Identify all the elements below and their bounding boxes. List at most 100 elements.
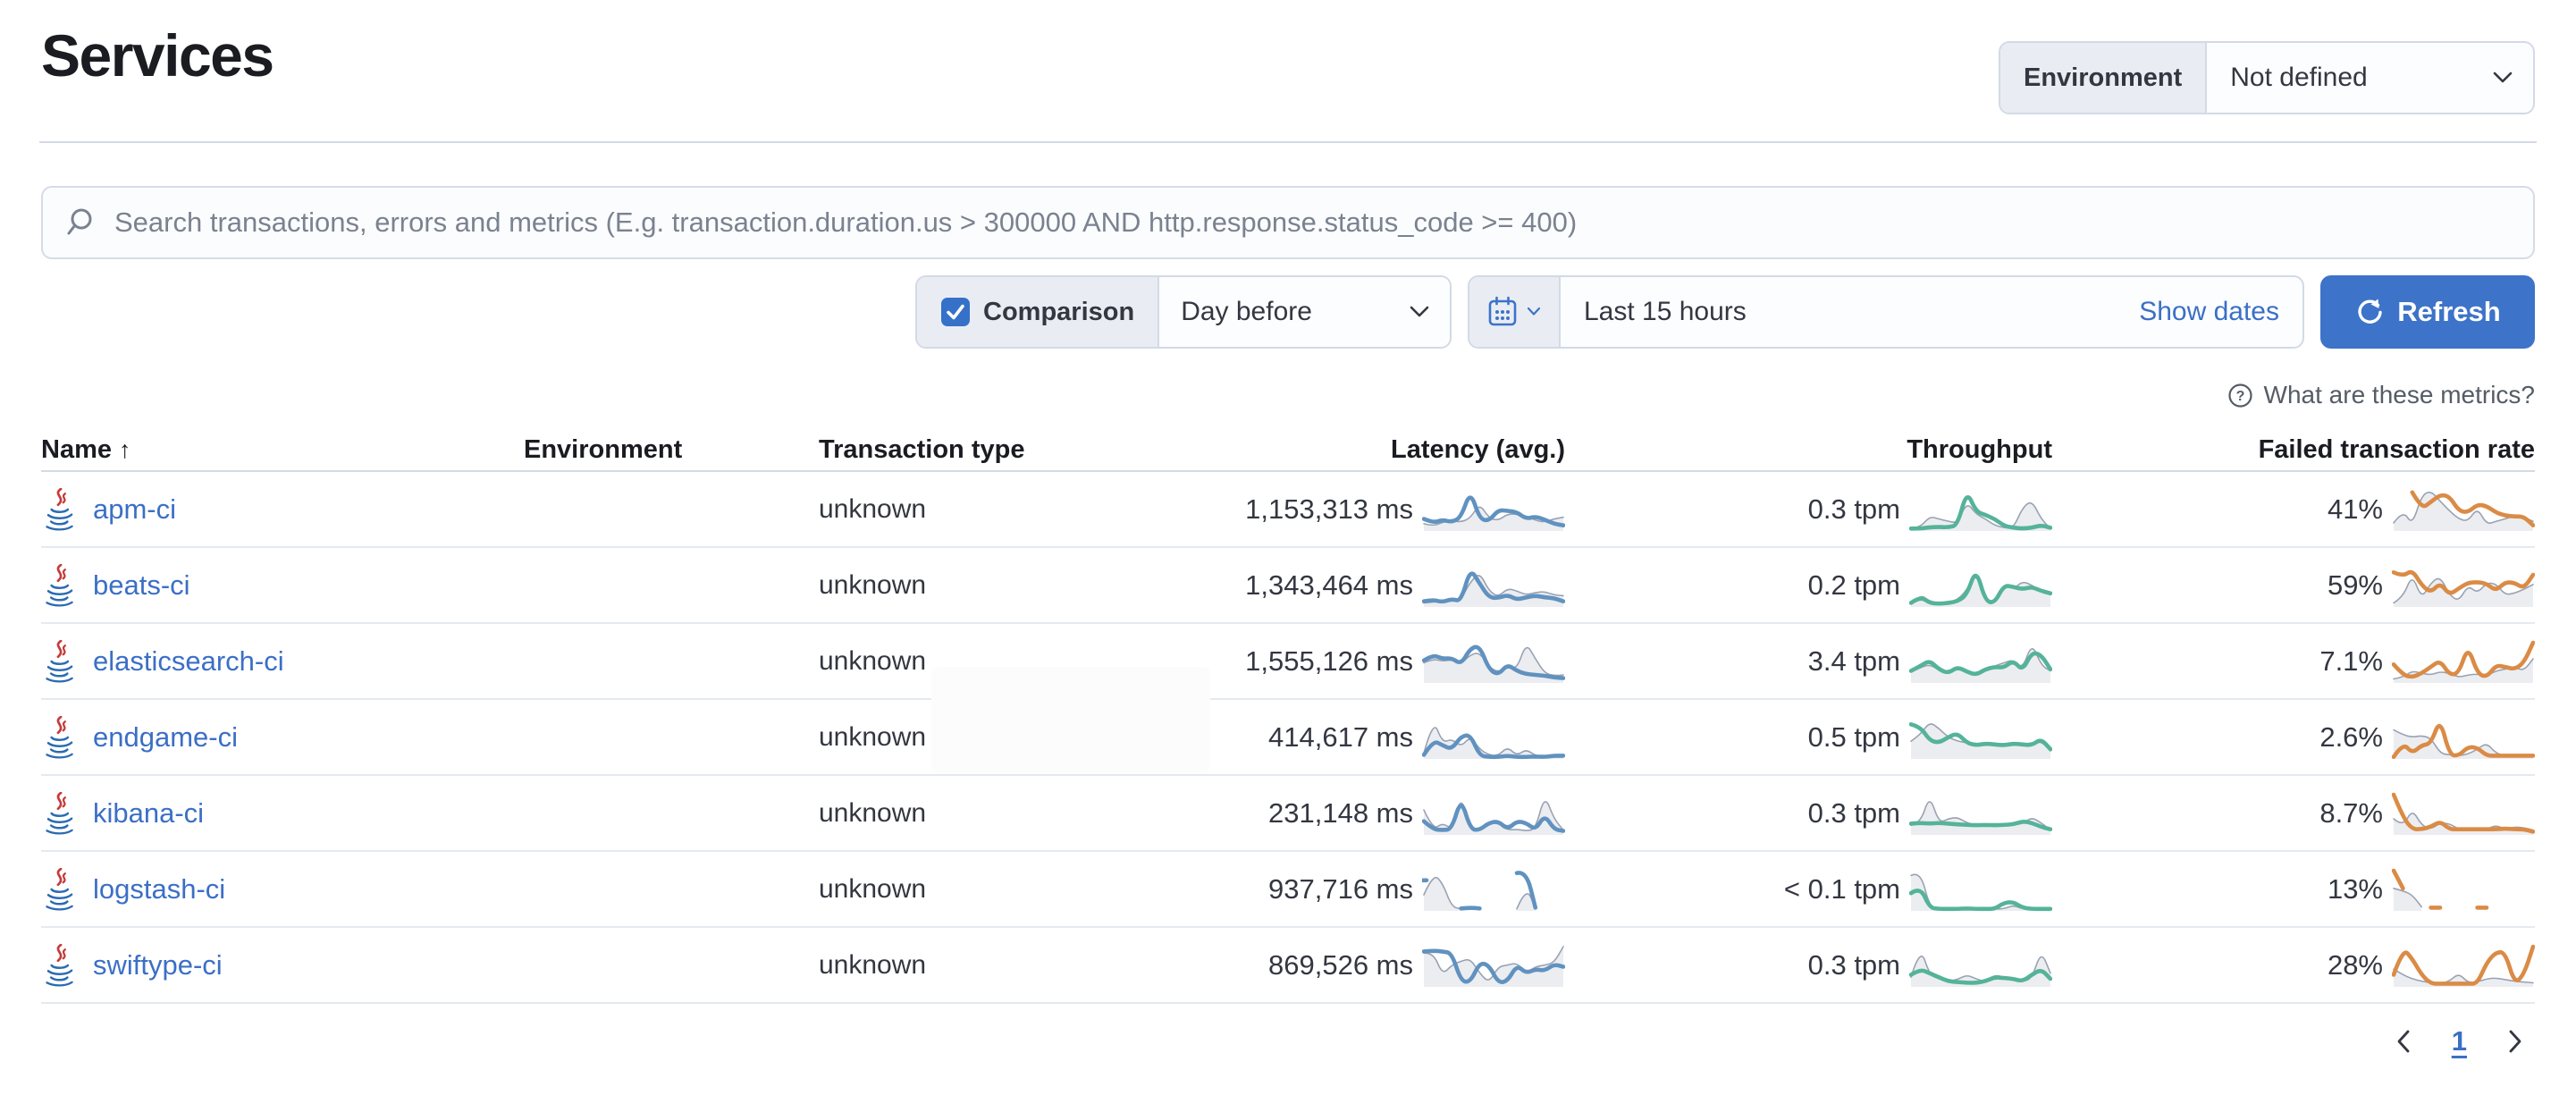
services-table: Name ↑ Environment Transaction type Late…: [41, 429, 2535, 1004]
table-row: logstash-ci unknown 937,716 ms < 0.1 tpm…: [41, 852, 2535, 928]
page-header: Services Environment Not defined: [41, 0, 2535, 114]
latency-value: 937,716 ms: [1268, 873, 1413, 906]
transaction-type-cell: unknown: [819, 950, 1243, 981]
service-name-link[interactable]: apm-ci: [93, 493, 176, 526]
column-header-latency[interactable]: Latency (avg.): [1243, 435, 1565, 465]
latency-cell: 1,555,126 ms: [1243, 638, 1565, 685]
metrics-help-link[interactable]: What are these metrics?: [2264, 381, 2535, 409]
java-icon: [41, 868, 77, 911]
throughput-cell: 0.2 tpm: [1565, 562, 2052, 609]
table-row: swiftype-ci unknown 869,526 ms 0.3 tpm 2…: [41, 928, 2535, 1004]
metrics-help: ? What are these metrics?: [41, 381, 2535, 409]
transaction-type-cell: unknown: [819, 494, 1243, 525]
table-row: beats-ci unknown 1,343,464 ms 0.2 tpm 59…: [41, 548, 2535, 624]
environment-filter-value: Not defined: [2230, 63, 2492, 93]
java-icon: [41, 564, 77, 607]
throughput-value: < 0.1 tpm: [1784, 873, 1900, 906]
chevron-down-icon: [1409, 305, 1430, 319]
failed-rate-cell: 8.7%: [2052, 790, 2535, 837]
failed-rate-sparkline: [2392, 790, 2535, 837]
latency-cell: 1,153,313 ms: [1243, 486, 1565, 533]
comparison-toggle[interactable]: Comparison: [917, 277, 1159, 347]
sort-ascending-icon: ↑: [119, 436, 131, 464]
service-name-cell: beats-ci: [41, 564, 524, 607]
failed-rate-sparkline: [2392, 942, 2535, 989]
next-page-button[interactable]: [2506, 1028, 2524, 1055]
comparison-label: Comparison: [983, 298, 1134, 327]
table-header: Name ↑ Environment Transaction type Late…: [41, 429, 2535, 472]
column-header-throughput[interactable]: Throughput: [1565, 435, 2052, 465]
failed-rate-sparkline: [2392, 562, 2535, 609]
service-name-link[interactable]: beats-ci: [93, 569, 190, 602]
throughput-sparkline: [1909, 942, 2052, 989]
page-title: Services: [41, 23, 274, 88]
throughput-value: 0.2 tpm: [1808, 569, 1900, 602]
date-picker-body: Last 15 hours Show dates: [1561, 277, 2302, 347]
failed-rate-value: 8.7%: [2319, 797, 2383, 830]
latency-value: 1,555,126 ms: [1245, 645, 1413, 678]
throughput-value: 0.5 tpm: [1808, 721, 1900, 754]
throughput-sparkline: [1909, 714, 2052, 761]
refresh-button[interactable]: Refresh: [2320, 275, 2535, 349]
failed-rate-cell: 41%: [2052, 486, 2535, 533]
throughput-cell: 0.3 tpm: [1565, 486, 2052, 533]
latency-value: 1,153,313 ms: [1245, 493, 1413, 526]
throughput-cell: 0.5 tpm: [1565, 714, 2052, 761]
service-name-link[interactable]: kibana-ci: [93, 797, 204, 830]
latency-sparkline: [1422, 486, 1565, 533]
failed-rate-value: 41%: [2328, 493, 2383, 526]
failed-rate-cell: 7.1%: [2052, 638, 2535, 685]
checkbox-checked-icon[interactable]: [940, 297, 971, 327]
column-header-environment[interactable]: Environment: [524, 435, 819, 465]
throughput-sparkline: [1909, 486, 2052, 533]
failed-rate-sparkline: [2392, 486, 2535, 533]
throughput-cell: 3.4 tpm: [1565, 638, 2052, 685]
latency-value: 231,148 ms: [1268, 797, 1413, 830]
environment-filter-label: Environment: [2000, 43, 2207, 113]
previous-page-button[interactable]: [2395, 1028, 2412, 1055]
time-range-value[interactable]: Last 15 hours: [1584, 297, 1747, 327]
latency-sparkline: [1422, 942, 1565, 989]
throughput-cell: 0.3 tpm: [1565, 942, 2052, 989]
java-icon: [41, 944, 77, 987]
comparison-select[interactable]: Day before: [1159, 277, 1450, 347]
refresh-label: Refresh: [2397, 296, 2500, 328]
column-header-failed-rate[interactable]: Failed transaction rate: [2052, 435, 2535, 465]
latency-sparkline: [1422, 638, 1565, 685]
service-name-cell: elasticsearch-ci: [41, 640, 524, 683]
search-bar[interactable]: Search transactions, errors and metrics …: [41, 186, 2535, 259]
throughput-value: 0.3 tpm: [1808, 797, 1900, 830]
comparison-select-value: Day before: [1181, 297, 1409, 327]
service-name-link[interactable]: endgame-ci: [93, 721, 238, 754]
refresh-icon: [2354, 297, 2385, 327]
search-input[interactable]: Search transactions, errors and metrics …: [114, 206, 1577, 239]
service-name-link[interactable]: elasticsearch-ci: [93, 645, 284, 678]
chevron-down-icon: [2492, 71, 2513, 85]
latency-cell: 231,148 ms: [1243, 790, 1565, 837]
throughput-value: 0.3 tpm: [1808, 493, 1900, 526]
service-name-cell: apm-ci: [41, 488, 524, 531]
latency-sparkline: [1422, 714, 1565, 761]
table-row: kibana-ci unknown 231,148 ms 0.3 tpm 8.7…: [41, 776, 2535, 852]
chevron-left-icon: [2395, 1028, 2412, 1055]
date-picker-quick-menu[interactable]: [1469, 277, 1561, 347]
latency-sparkline: [1422, 866, 1565, 913]
throughput-cell: 0.3 tpm: [1565, 790, 2052, 837]
column-header-name[interactable]: Name ↑: [41, 435, 524, 465]
service-name-link[interactable]: swiftype-ci: [93, 949, 223, 981]
transaction-type-cell: unknown: [819, 570, 1243, 601]
transaction-type-cell: unknown: [819, 798, 1243, 829]
services-page: Services Environment Not defined Search …: [0, 0, 2576, 1112]
column-header-transaction-type[interactable]: Transaction type: [819, 435, 1243, 465]
show-dates-button[interactable]: Show dates: [2139, 297, 2279, 327]
environment-filter-select[interactable]: Not defined: [2207, 43, 2533, 113]
java-icon: [41, 640, 77, 683]
page-number-current[interactable]: 1: [2452, 1025, 2467, 1057]
failed-rate-cell: 59%: [2052, 562, 2535, 609]
latency-cell: 937,716 ms: [1243, 866, 1565, 913]
environment-filter[interactable]: Environment Not defined: [1999, 41, 2535, 114]
throughput-sparkline: [1909, 638, 2052, 685]
throughput-value: 0.3 tpm: [1808, 949, 1900, 981]
table-row: apm-ci unknown 1,153,313 ms 0.3 tpm 41%: [41, 472, 2535, 548]
service-name-link[interactable]: logstash-ci: [93, 873, 225, 906]
